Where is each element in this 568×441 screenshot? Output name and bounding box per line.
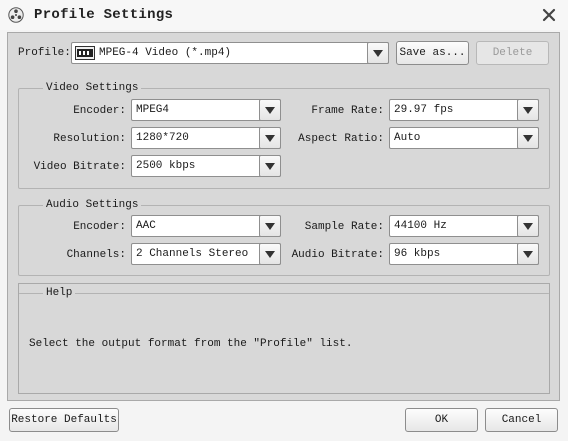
- video-settings-title: Video Settings: [43, 82, 142, 94]
- chevron-down-icon: [373, 50, 383, 57]
- aspect-ratio-dropdown-button[interactable]: [517, 127, 539, 149]
- profile-select[interactable]: MPEG-4 Video (*.mp4): [71, 42, 389, 64]
- frame-rate-value: 29.97 fps: [394, 104, 454, 116]
- video-bitrate-value: 2500 kbps: [136, 160, 196, 172]
- chevron-down-icon: [523, 107, 533, 114]
- profile-value: MPEG-4 Video (*.mp4): [99, 47, 232, 59]
- chevron-down-icon: [265, 163, 275, 170]
- video-encoder-label: Encoder:: [73, 105, 126, 117]
- aspect-ratio-select[interactable]: Auto: [389, 127, 539, 149]
- sample-rate-dropdown-button[interactable]: [517, 215, 539, 237]
- save-as-button[interactable]: Save as...: [396, 41, 469, 65]
- restore-defaults-button[interactable]: Restore Defaults: [9, 408, 119, 432]
- help-divider: [19, 293, 549, 294]
- sample-rate-select[interactable]: 44100 Hz: [389, 215, 539, 237]
- frame-rate-label: Frame Rate:: [311, 105, 384, 117]
- frame-rate-select[interactable]: 29.97 fps: [389, 99, 539, 121]
- film-reel-icon: [8, 7, 24, 23]
- video-encoder-value: MPEG4: [136, 104, 170, 116]
- chevron-down-icon: [265, 135, 275, 142]
- chevron-down-icon: [265, 107, 275, 114]
- help-text: Select the output format from the "Profi…: [29, 338, 353, 350]
- mpeg-icon: [75, 46, 95, 60]
- video-bitrate-label: Video Bitrate:: [33, 161, 126, 173]
- video-encoder-dropdown-button[interactable]: [259, 99, 281, 121]
- profile-label: Profile:: [18, 47, 71, 59]
- frame-rate-dropdown-button[interactable]: [517, 99, 539, 121]
- video-bitrate-select[interactable]: 2500 kbps: [131, 155, 281, 177]
- window-title: Profile Settings: [34, 7, 174, 23]
- channels-dropdown-button[interactable]: [259, 243, 281, 265]
- audio-bitrate-dropdown-button[interactable]: [517, 243, 539, 265]
- delete-button[interactable]: Delete: [476, 41, 549, 65]
- audio-encoder-value: AAC: [136, 220, 156, 232]
- sample-rate-label: Sample Rate:: [304, 221, 384, 233]
- channels-label: Channels:: [66, 249, 126, 261]
- resolution-label: Resolution:: [53, 133, 126, 145]
- audio-encoder-dropdown-button[interactable]: [259, 215, 281, 237]
- audio-bitrate-value: 96 kbps: [394, 248, 441, 260]
- sample-rate-value: 44100 Hz: [394, 220, 447, 232]
- chevron-down-icon: [523, 135, 533, 142]
- aspect-ratio-value: Auto: [394, 132, 421, 144]
- video-bitrate-dropdown-button[interactable]: [259, 155, 281, 177]
- channels-select[interactable]: 2 Channels Stereo: [131, 243, 281, 265]
- video-encoder-select[interactable]: MPEG4: [131, 99, 281, 121]
- resolution-value: 1280*720: [136, 132, 189, 144]
- resolution-select[interactable]: 1280*720: [131, 127, 281, 149]
- chevron-down-icon: [523, 251, 533, 258]
- audio-settings-title: Audio Settings: [43, 199, 142, 211]
- resolution-dropdown-button[interactable]: [259, 127, 281, 149]
- profile-dropdown-button[interactable]: [367, 42, 389, 64]
- cancel-button[interactable]: Cancel: [485, 408, 558, 432]
- chevron-down-icon: [523, 223, 533, 230]
- close-icon[interactable]: [540, 6, 558, 24]
- audio-bitrate-label: Audio Bitrate:: [291, 249, 384, 261]
- aspect-ratio-label: Aspect Ratio:: [298, 133, 384, 145]
- audio-encoder-select[interactable]: AAC: [131, 215, 281, 237]
- chevron-down-icon: [265, 223, 275, 230]
- channels-value: 2 Channels Stereo: [136, 248, 249, 260]
- audio-encoder-label: Encoder:: [73, 221, 126, 233]
- ok-button[interactable]: OK: [405, 408, 478, 432]
- audio-bitrate-select[interactable]: 96 kbps: [389, 243, 539, 265]
- help-title: Help: [43, 287, 76, 299]
- chevron-down-icon: [265, 251, 275, 258]
